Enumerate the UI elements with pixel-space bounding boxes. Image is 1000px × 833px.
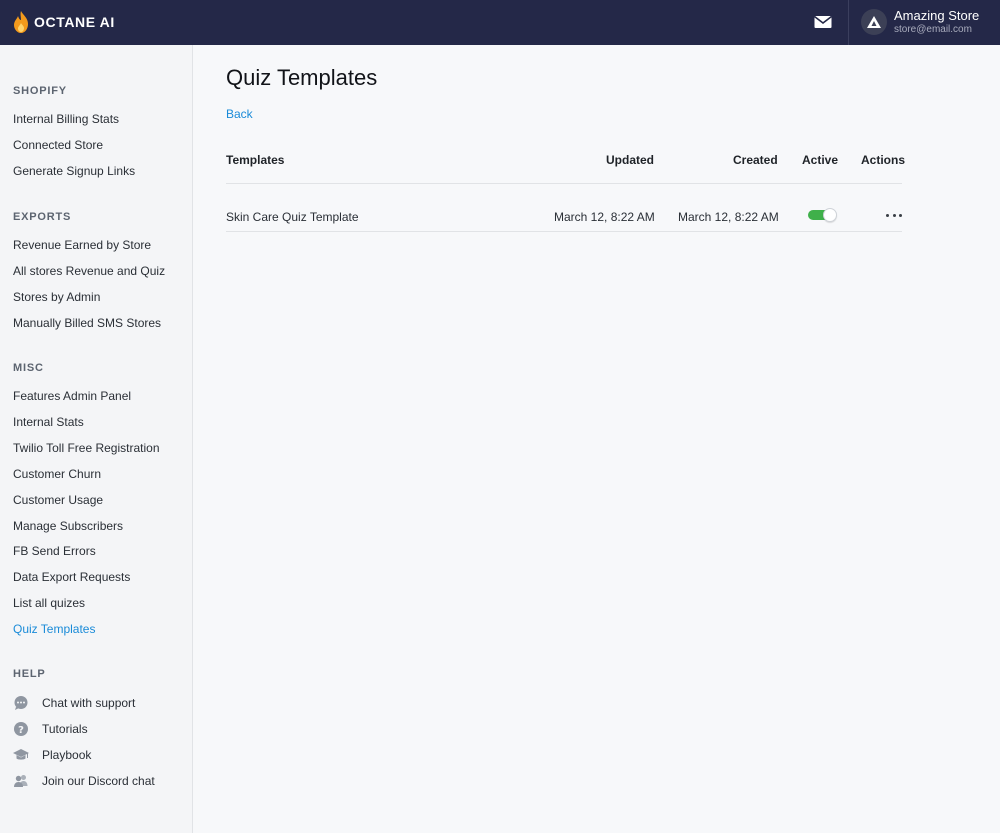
help-item-label: Playbook xyxy=(42,748,92,762)
help-item-label: Tutorials xyxy=(42,722,88,736)
sidebar-item-twilio-toll-free-registration[interactable]: Twilio Toll Free Registration xyxy=(13,441,160,455)
help-item-chat-with-support[interactable]: Chat with support xyxy=(13,695,135,711)
envelope-icon xyxy=(814,15,832,28)
help-item-join-discord[interactable]: Join our Discord chat xyxy=(13,773,155,789)
sidebar-item-fb-send-errors[interactable]: FB Send Errors xyxy=(13,544,96,558)
main-content: Quiz Templates Back Templates Updated Cr… xyxy=(194,45,1000,833)
active-toggle[interactable] xyxy=(808,208,837,222)
mail-button[interactable] xyxy=(812,12,834,32)
chat-icon xyxy=(13,695,29,711)
template-created: March 12, 8:22 AM xyxy=(678,210,779,224)
table-header: Templates Updated Created Active Actions xyxy=(226,145,906,184)
sidebar-item-generate-signup-links[interactable]: Generate Signup Links xyxy=(13,164,135,178)
svg-text:?: ? xyxy=(18,725,24,736)
sidebar-item-internal-billing-stats[interactable]: Internal Billing Stats xyxy=(13,112,119,126)
page-title: Quiz Templates xyxy=(226,65,378,90)
column-header-created[interactable]: Created xyxy=(733,153,778,167)
templates-table: Templates Updated Created Active Actions… xyxy=(226,145,906,232)
sidebar: SHOPIFY Internal Billing Stats Connected… xyxy=(0,45,193,833)
ellipsis-dot xyxy=(899,213,902,217)
back-link[interactable]: Back xyxy=(226,107,253,121)
column-header-templates[interactable]: Templates xyxy=(226,153,284,167)
sidebar-item-features-admin-panel[interactable]: Features Admin Panel xyxy=(13,389,131,403)
sidebar-item-customer-churn[interactable]: Customer Churn xyxy=(13,467,101,481)
account-menu[interactable]: Amazing Store store@email.com xyxy=(861,9,979,35)
sidebar-item-customer-usage[interactable]: Customer Usage xyxy=(13,493,103,507)
top-bar: OCTANE AI Amazing Store store@email.com xyxy=(0,0,1000,45)
template-updated: March 12, 8:22 AM xyxy=(554,210,655,224)
template-name[interactable]: Skin Care Quiz Template xyxy=(226,210,359,224)
sidebar-item-stores-by-admin[interactable]: Stores by Admin xyxy=(13,290,100,304)
ellipsis-icon xyxy=(886,213,889,217)
sidebar-item-internal-stats[interactable]: Internal Stats xyxy=(13,415,84,429)
column-header-active[interactable]: Active xyxy=(802,153,838,167)
store-avatar xyxy=(861,9,887,35)
sidebar-item-all-stores-revenue-and-quiz[interactable]: All stores Revenue and Quiz xyxy=(13,264,165,278)
nav-section-exports: EXPORTS xyxy=(13,211,72,223)
sidebar-item-manage-subscribers[interactable]: Manage Subscribers xyxy=(13,519,123,533)
sidebar-item-list-all-quizes[interactable]: List all quizes xyxy=(13,596,85,610)
more-actions-button[interactable] xyxy=(886,209,902,221)
sidebar-item-manually-billed-sms-stores[interactable]: Manually Billed SMS Stores xyxy=(13,316,161,330)
sidebar-item-data-export-requests[interactable]: Data Export Requests xyxy=(13,570,130,584)
users-icon xyxy=(13,773,29,789)
column-header-updated[interactable]: Updated xyxy=(606,153,654,167)
account-email: store@email.com xyxy=(894,23,972,35)
account-info: Amazing Store store@email.com xyxy=(894,8,980,35)
help-item-tutorials[interactable]: ? Tutorials xyxy=(13,721,88,737)
question-icon: ? xyxy=(13,721,29,737)
flame-icon xyxy=(14,11,28,33)
table-row[interactable]: Skin Care Quiz Template March 12, 8:22 A… xyxy=(226,184,902,232)
nav-section-help: HELP xyxy=(13,668,46,680)
octane-logo[interactable]: OCTANE AI xyxy=(12,10,115,34)
toggle-knob xyxy=(823,208,837,222)
topbar-divider xyxy=(848,0,849,45)
nav-section-misc: MISC xyxy=(13,362,44,374)
nav-section-shopify: SHOPIFY xyxy=(13,85,67,97)
help-item-label: Join our Discord chat xyxy=(42,774,155,788)
ellipsis-dot xyxy=(892,213,896,217)
brand-name: OCTANE AI xyxy=(34,14,115,30)
sidebar-item-connected-store[interactable]: Connected Store xyxy=(13,138,103,152)
column-header-actions: Actions xyxy=(861,153,906,167)
help-item-label: Chat with support xyxy=(42,696,136,710)
help-item-playbook[interactable]: Playbook xyxy=(13,747,91,763)
graduation-cap-icon xyxy=(13,747,29,763)
account-name: Amazing Store xyxy=(894,8,980,24)
sidebar-item-quiz-templates[interactable]: Quiz Templates xyxy=(13,622,95,636)
sidebar-item-revenue-earned-by-store[interactable]: Revenue Earned by Store xyxy=(13,238,151,252)
store-logo-icon xyxy=(867,16,881,28)
